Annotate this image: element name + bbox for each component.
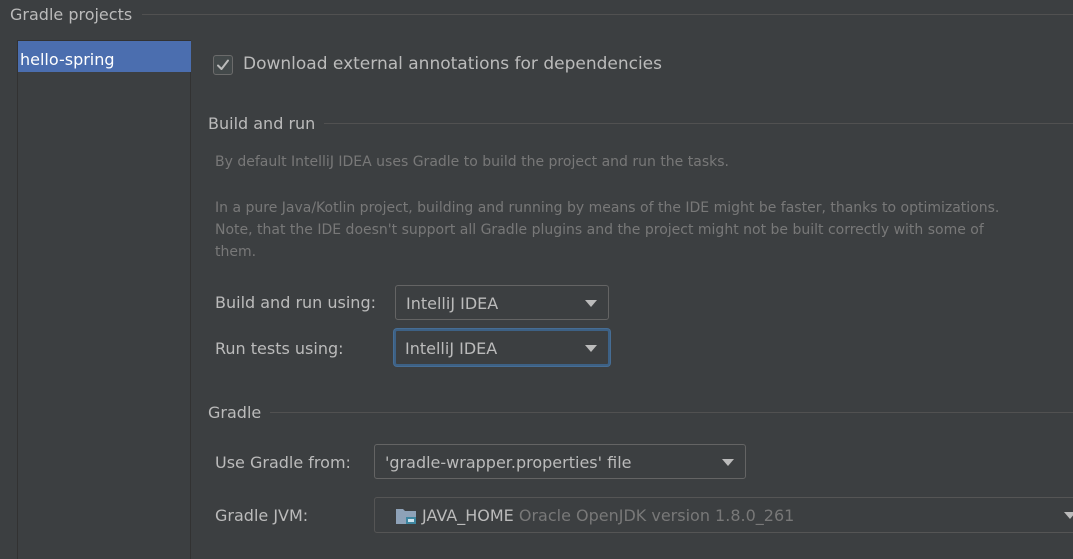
use-gradle-from-value: 'gradle-wrapper.properties' file (385, 453, 632, 472)
gradle-jvm-description: Oracle OpenJDK version 1.8.0_261 (518, 506, 795, 525)
run-tests-using-value: IntelliJ IDEA (405, 339, 498, 358)
project-list[interactable]: hello-spring (17, 40, 191, 559)
build-and-run-title: Build and run (208, 114, 316, 133)
build-hint-them: them. (215, 244, 257, 260)
chevron-down-icon (585, 345, 597, 352)
use-gradle-from-dropdown[interactable]: 'gradle-wrapper.properties' file (374, 444, 746, 479)
chevron-down-icon (722, 459, 734, 466)
build-and-run-using-label: Build and run using: (215, 293, 376, 312)
build-hint-note: Note, that the IDE doesn't support all G… (215, 222, 984, 238)
header-divider (142, 14, 1073, 15)
gradle-jvm-name: JAVA_HOME (422, 506, 519, 525)
chevron-down-icon (1064, 512, 1073, 519)
gradle-jvm-dropdown[interactable]: JAVA_HOME Oracle OpenJDK version 1.8.0_2… (374, 497, 1073, 533)
gradle-projects-title: Gradle projects (10, 5, 133, 24)
build-and-run-divider (324, 123, 1073, 124)
gradle-title: Gradle (208, 403, 262, 422)
checkmark-icon (217, 59, 229, 70)
run-tests-using-dropdown[interactable]: IntelliJ IDEA (394, 329, 610, 366)
gradle-jvm-label: Gradle JVM: (215, 506, 309, 525)
gradle-settings-panel: Gradle projects hello-spring Download ex… (0, 0, 1073, 559)
build-and-run-using-value: IntelliJ IDEA (406, 294, 499, 313)
download-annotations-checkbox[interactable] (213, 55, 233, 75)
build-and-run-using-dropdown[interactable]: IntelliJ IDEA (395, 285, 609, 320)
project-item-hello-spring[interactable]: hello-spring (18, 41, 191, 72)
build-hint-pure-java: In a pure Java/Kotlin project, building … (215, 200, 1000, 216)
use-gradle-from-label: Use Gradle from: (215, 453, 351, 472)
chevron-down-icon (585, 300, 597, 307)
run-tests-using-label: Run tests using: (215, 339, 344, 358)
gradle-divider (270, 412, 1073, 413)
download-annotations-label[interactable]: Download external annotations for depend… (243, 54, 662, 74)
build-hint-default: By default IntelliJ IDEA uses Gradle to … (215, 154, 729, 170)
folder-icon (396, 509, 416, 524)
